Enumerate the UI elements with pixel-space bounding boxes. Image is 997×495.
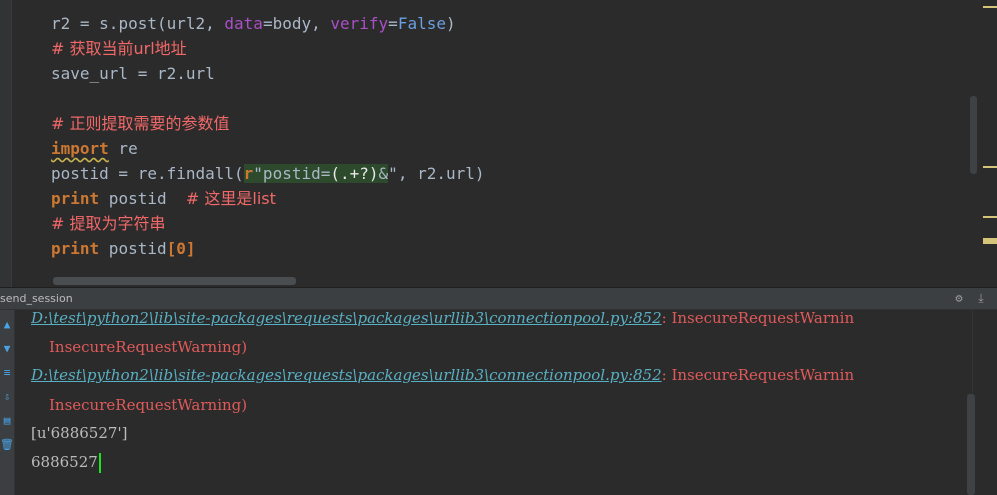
console-scroll-thumb[interactable]	[967, 394, 975, 495]
code-line-4-empty	[51, 86, 485, 111]
code-token: =body,	[262, 14, 331, 33]
arrow-down-icon[interactable]: ▼	[0, 340, 14, 358]
code-line-2: # 获取当前url地址	[51, 36, 485, 61]
code-keyword: import	[51, 139, 109, 158]
code-token: =	[70, 14, 100, 33]
print-icon[interactable]: ▤	[0, 412, 14, 430]
code-token-kwarg: verify	[330, 14, 389, 33]
file-link[interactable]: D:\test\python2\lib\site-packages\reques…	[31, 366, 662, 384]
code-line-5: # 正则提取需要的参数值	[51, 111, 485, 136]
code-line-10: print postid[0]	[51, 236, 485, 261]
error-stripe-mark[interactable]	[983, 166, 997, 168]
code-line-8: print postid # 这里是list	[51, 186, 485, 211]
console-output-text: 6886527	[31, 453, 98, 471]
run-config-title: send_session	[0, 292, 73, 305]
code-token: re	[108, 139, 138, 158]
run-toolbar: ▲ ▼ ≡ ⇩ ▤ 🗑	[0, 310, 15, 495]
code-line-6: import re	[51, 136, 485, 161]
code-token: save_url = r2.url	[51, 64, 215, 83]
code-comment: # 这里是list	[185, 189, 276, 208]
code-comment: # 获取当前url地址	[51, 39, 187, 58]
gear-icon[interactable]: ⚙	[951, 290, 967, 306]
console-input-line[interactable]: 6886527	[31, 451, 101, 473]
console-line: D:\test\python2\lib\site-packages\reques…	[31, 310, 854, 329]
run-panel-header: send_session ⚙ ⤓	[0, 288, 997, 310]
code-token: =	[388, 14, 398, 33]
code-line-1: r2 = s.post(url2, data=body, verify=Fals…	[51, 11, 485, 36]
warning-text: : InsecureRequestWarnin	[661, 366, 855, 384]
code-line-3: save_url = r2.url	[51, 61, 485, 86]
warning-text: : InsecureRequestWarnin	[661, 310, 855, 327]
code-keyword: print	[51, 189, 100, 208]
scroll-to-end-icon[interactable]: ⇩	[0, 388, 14, 406]
code-string: "postid=	[253, 164, 331, 183]
file-link[interactable]: D:\test\python2\lib\site-packages\reques…	[31, 310, 662, 327]
console-line: InsecureRequestWarning)	[49, 396, 248, 414]
hide-icon[interactable]: ⤓	[973, 290, 989, 306]
code-area[interactable]: r2 = s.post(url2, data=body, verify=Fals…	[51, 11, 485, 261]
code-editor[interactable]: r2 = s.post(url2, data=body, verify=Fals…	[0, 0, 997, 287]
console-right-strip	[972, 310, 997, 495]
code-comment: # 提取为字符串	[51, 214, 166, 233]
console-line: [u'6886527']	[31, 424, 128, 442]
code-line-9: # 提取为字符串	[51, 211, 485, 236]
code-token: [0]	[166, 239, 196, 258]
soft-wrap-icon[interactable]: ≡	[0, 364, 14, 382]
text-caret	[98, 453, 101, 473]
code-token: postid	[99, 239, 167, 258]
arrow-up-icon[interactable]: ▲	[0, 316, 14, 334]
editor-horizontal-scroll-thumb[interactable]	[53, 277, 296, 285]
console-line: InsecureRequestWarning)	[49, 338, 248, 356]
console-line: D:\test\python2\lib\site-packages\reques…	[31, 364, 854, 386]
code-string: "	[388, 164, 398, 183]
code-comment: # 正则提取需要的参数值	[51, 114, 230, 133]
code-token: )	[445, 14, 456, 33]
code-token-const: False	[397, 14, 446, 33]
error-stripe-mark[interactable]	[983, 238, 997, 244]
code-line-7: postid = re.findall(r"postid=(.+?)&", r2…	[51, 161, 485, 186]
code-token: r2	[51, 14, 71, 33]
editor-scroll-thumb[interactable]	[970, 96, 977, 174]
console-output[interactable]: D:\test\python2\lib\site-packages\reques…	[15, 310, 962, 495]
code-token: postid	[99, 189, 186, 208]
regex-group: (.+?)	[330, 164, 379, 183]
code-string: &	[378, 164, 389, 183]
code-token: postid = re.findall(	[51, 164, 244, 183]
code-keyword: print	[51, 239, 100, 258]
code-token-kwarg: data	[224, 14, 263, 33]
error-stripe-mark[interactable]	[983, 216, 997, 218]
code-keyword: r	[243, 164, 254, 183]
code-token: , r2.url)	[397, 164, 485, 183]
error-stripe-mark[interactable]	[983, 6, 997, 8]
trash-icon[interactable]: 🗑	[0, 436, 14, 454]
code-token: s.post(url2,	[99, 14, 225, 33]
editor-gutter	[0, 0, 12, 287]
